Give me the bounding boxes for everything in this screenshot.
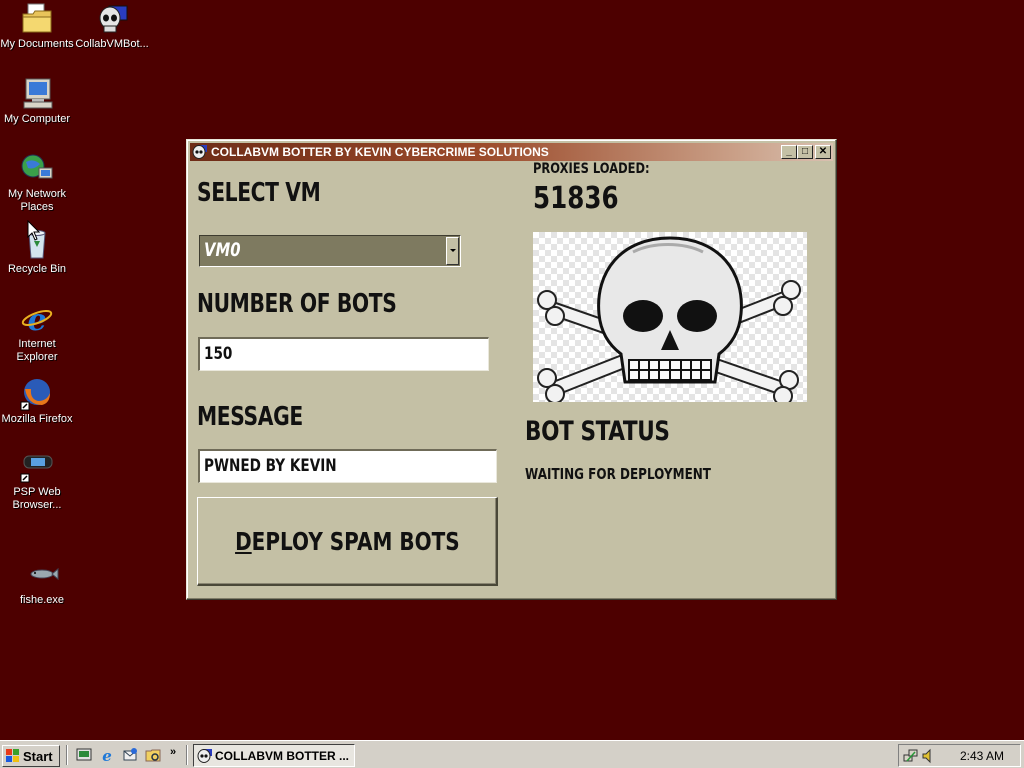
select-vm-label: SELECT VM (197, 178, 321, 208)
message-value: PWNED BY KEVIN (204, 456, 337, 476)
system-tray: 2:43 AM (898, 744, 1021, 767)
explorer-folder-icon[interactable] (145, 747, 161, 763)
network-icon (20, 152, 54, 186)
desktop-icon-label: Recycle Bin (7, 263, 67, 275)
desktop-icon-psp-browser[interactable]: PSP Web Browser... (0, 450, 77, 512)
firefox-icon (20, 377, 54, 411)
deploy-label-rest: EPLOY SPAM BOTS (251, 526, 460, 556)
start-button[interactable]: Start (2, 745, 60, 767)
desktop-icon-firefox[interactable]: Mozilla Firefox (0, 377, 77, 426)
psp-icon (20, 450, 54, 484)
vm-select-dropdown[interactable]: VM0 (199, 235, 461, 267)
taskbar-divider (186, 745, 188, 765)
desktop-icon-collabvmbot[interactable]: CollabVMBot... (72, 2, 152, 51)
number-of-bots-input[interactable]: 150 (198, 337, 489, 371)
skull-crossbones-image (533, 232, 807, 402)
desktop-icon-my-documents[interactable]: My Documents (0, 2, 77, 51)
deploy-spam-bots-button[interactable]: DEPLOY SPAM BOTS (197, 497, 498, 586)
close-button[interactable]: ✕ (815, 145, 831, 159)
proxies-loaded-label: PROXIES LOADED: (533, 161, 650, 177)
desktop-icon-label: My Documents (0, 38, 74, 50)
number-of-bots-label: NUMBER OF BOTS (197, 289, 397, 319)
desktop-icon-label: Mozilla Firefox (1, 413, 73, 425)
volume-icon[interactable] (921, 748, 937, 764)
desktop-icon-label: CollabVMBot... (75, 38, 149, 50)
title-bar[interactable]: COLLABVM BOTTER BY KEVIN CYBERCRIME SOLU… (190, 143, 833, 161)
maximize-button[interactable]: □ (797, 145, 813, 159)
ie-icon[interactable]: e (99, 747, 115, 763)
app-window: COLLABVM BOTTER BY KEVIN CYBERCRIME SOLU… (186, 139, 837, 600)
skull-app-icon (197, 748, 212, 763)
taskbar-app-button[interactable]: COLLABVM BOTTER ... (193, 744, 355, 767)
proxies-count: 51836 (533, 181, 619, 216)
desktop: My Documents CollabVMBot... My Computer (0, 0, 1024, 740)
clock: 2:43 AM (959, 749, 1004, 763)
windows-logo-icon (6, 749, 19, 762)
network-connection-icon[interactable] (903, 748, 919, 764)
skull-app-icon (192, 145, 207, 159)
vm-select-value: VM0 (204, 239, 241, 261)
deploy-accelerator-letter: D (234, 526, 252, 556)
number-of-bots-value: 150 (204, 344, 233, 364)
svg-text:e: e (102, 747, 112, 763)
deploy-button-label: DEPLOY SPAM BOTS (235, 527, 460, 556)
window-title: COLLABVM BOTTER BY KEVIN CYBERCRIME SOLU… (211, 145, 549, 159)
taskbar-divider (66, 745, 68, 765)
taskbar: Start e » COLLABVM BOTTER ... 2:43 AM (0, 740, 1024, 768)
computer-icon (20, 77, 54, 111)
quicklaunch-overflow-icon[interactable]: » (170, 746, 176, 758)
desktop-icon-my-computer[interactable]: My Computer (0, 77, 77, 126)
desktop-icon-label: My Computer (3, 113, 71, 125)
folder-documents-icon (20, 2, 54, 36)
fish-icon (25, 558, 59, 592)
mouse-cursor-icon (27, 220, 41, 241)
skull-app-icon (95, 2, 129, 36)
desktop-icon-internet-explorer[interactable]: e Internet Explorer (0, 302, 77, 364)
message-label: MESSAGE (197, 402, 303, 432)
bot-status-label: BOT STATUS (525, 416, 670, 447)
minimize-button[interactable]: _ (781, 145, 797, 159)
show-desktop-icon[interactable] (76, 747, 92, 763)
desktop-icon-label: Internet Explorer (16, 338, 58, 363)
chevron-down-icon[interactable] (446, 237, 459, 265)
desktop-icon-network-places[interactable]: My Network Places (0, 152, 77, 214)
desktop-icon-fishe[interactable]: fishe.exe (2, 558, 82, 607)
taskbar-app-label: COLLABVM BOTTER ... (215, 748, 349, 763)
desktop-icon-label: fishe.exe (19, 594, 65, 606)
desktop-icon-label: My Network Places (7, 188, 67, 213)
start-label: Start (23, 748, 53, 764)
outlook-express-icon[interactable] (122, 747, 138, 763)
message-input[interactable]: PWNED BY KEVIN (198, 449, 497, 483)
bot-status-value: WAITING FOR DEPLOYMENT (525, 465, 711, 483)
ie-icon: e (20, 302, 54, 338)
desktop-icon-label: PSP Web Browser... (12, 486, 62, 511)
